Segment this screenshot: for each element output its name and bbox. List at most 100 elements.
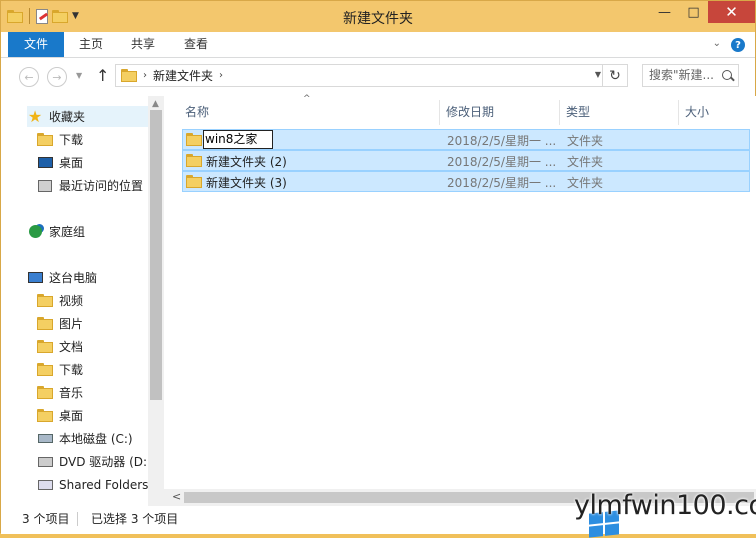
tab-view[interactable]: 查看 <box>174 32 218 57</box>
star-icon: ★ <box>27 106 43 126</box>
nav-label: 视频 <box>59 294 84 308</box>
desktop-icon <box>37 155 53 171</box>
address-row: ← → ▼ ↑ › 新建文件夹 › ▼ ↻ 搜索"新建... <box>1 58 755 96</box>
file-name: 新建文件夹 (3) <box>206 176 287 190</box>
file-type: 文件夹 <box>567 134 604 148</box>
recent-places-icon <box>37 178 53 194</box>
folder-icon <box>121 69 137 82</box>
scroll-up-icon[interactable]: ▲ <box>152 99 159 109</box>
tab-home[interactable]: 主页 <box>69 32 113 57</box>
pictures-folder-icon <box>37 316 53 332</box>
file-date: 2018/2/5/星期一 ... <box>447 155 557 169</box>
nav-label: 音乐 <box>59 386 84 400</box>
nav-item-this-pc[interactable]: 这台电脑 <box>27 267 97 288</box>
column-header-date[interactable]: 修改日期 <box>440 100 560 125</box>
downloads-folder-icon <box>37 362 53 378</box>
minimize-button[interactable]: — <box>650 1 679 23</box>
scrollbar-thumb[interactable] <box>150 110 162 400</box>
recent-locations-icon[interactable]: ▼ <box>76 71 82 80</box>
title-bar: ▼ 新建文件夹 — □ ✕ <box>1 1 755 32</box>
search-placeholder: 搜索"新建... <box>649 68 714 82</box>
window-controls: — □ ✕ <box>650 1 755 23</box>
nav-item-favorites[interactable]: ★ 收藏夹 <box>27 106 148 127</box>
nav-item-homegroup[interactable]: 家庭组 <box>27 221 85 242</box>
forward-button[interactable]: → <box>47 67 67 87</box>
address-bar[interactable]: › 新建文件夹 › ▼ ↻ <box>115 64 628 87</box>
column-header-name[interactable]: 名称 <box>179 100 440 125</box>
navigation-pane: ★ 收藏夹 下载 桌面 最近访问的位置 家庭组 这台电脑 视频 图片 文档 下载… <box>1 96 164 506</box>
scroll-left-icon[interactable]: < <box>172 490 181 503</box>
back-button[interactable]: ← <box>19 67 39 87</box>
nav-label: DVD 驱动器 (D:) <box>59 455 152 469</box>
address-dropdown-icon[interactable]: ▼ <box>595 70 601 79</box>
computer-icon <box>27 270 43 286</box>
folder-icon <box>186 133 202 146</box>
nav-item-local-disk[interactable]: 本地磁盘 (C:) <box>37 428 133 449</box>
nav-label: 图片 <box>59 317 84 331</box>
nav-label: 这台电脑 <box>49 271 98 285</box>
nav-label: 收藏夹 <box>49 110 86 124</box>
nav-item-shared-folders[interactable]: Shared Folders <box>37 474 148 495</box>
dvd-drive-icon <box>37 454 53 470</box>
maximize-button[interactable]: □ <box>679 1 708 23</box>
nav-item-downloads-pc[interactable]: 下载 <box>37 359 83 380</box>
file-date: 2018/2/5/星期一 ... <box>447 176 557 190</box>
file-type: 文件夹 <box>567 155 604 169</box>
close-button[interactable]: ✕ <box>708 1 755 23</box>
nav-label: 文档 <box>59 340 84 354</box>
documents-folder-icon <box>37 339 53 355</box>
chevron-right-icon[interactable]: › <box>219 70 223 81</box>
column-header-type[interactable]: 类型 <box>560 100 679 125</box>
file-row[interactable]: 新建文件夹 (2) 2018/2/5/星期一 ... 文件夹 <box>182 150 750 171</box>
network-share-icon <box>37 477 53 493</box>
folder-icon <box>186 175 202 188</box>
folder-icon <box>186 154 202 167</box>
file-date: 2018/2/5/星期一 ... <box>447 134 557 148</box>
file-row[interactable]: win8之家 2018/2/5/星期一 ... 文件夹 <box>182 129 750 150</box>
nav-label: 桌面 <box>59 156 84 170</box>
nav-item-downloads[interactable]: 下载 <box>37 129 83 150</box>
hard-drive-icon <box>37 431 53 447</box>
nav-label: 桌面 <box>59 409 84 423</box>
expand-ribbon-icon[interactable]: ⌄ <box>713 38 721 52</box>
nav-label: 本地磁盘 (C:) <box>59 432 133 446</box>
tab-file[interactable]: 文件 <box>8 32 64 57</box>
file-name: 新建文件夹 (2) <box>206 155 287 169</box>
nav-label: Shared Folders <box>59 477 149 492</box>
refresh-icon[interactable]: ↻ <box>602 65 627 86</box>
nav-item-desktop[interactable]: 桌面 <box>37 152 83 173</box>
desktop-folder-icon <box>37 408 53 424</box>
watermark: ylmfwin100.com <box>574 490 756 521</box>
search-input[interactable]: 搜索"新建... <box>642 64 739 87</box>
nav-item-videos[interactable]: 视频 <box>37 290 83 311</box>
homegroup-icon <box>27 224 43 240</box>
nav-scrollbar[interactable]: ▲ <box>148 96 164 506</box>
window-title: 新建文件夹 <box>343 11 413 27</box>
nav-item-dvd[interactable]: DVD 驱动器 (D:) <box>37 451 152 472</box>
nav-item-music[interactable]: 音乐 <box>37 382 83 403</box>
ribbon: 文件 主页 共享 查看 ⌄ ? <box>1 32 755 58</box>
nav-item-pictures[interactable]: 图片 <box>37 313 83 334</box>
status-divider <box>77 512 78 526</box>
file-list: ^ 名称 修改日期 类型 大小 win8之家 2018/2/5/星期一 ... … <box>164 94 756 506</box>
file-row[interactable]: 新建文件夹 (3) 2018/2/5/星期一 ... 文件夹 <box>182 171 750 192</box>
file-type: 文件夹 <box>567 176 604 190</box>
help-icon[interactable]: ? <box>731 38 745 52</box>
up-arrow-icon[interactable]: ↑ <box>96 66 109 85</box>
nav-label: 家庭组 <box>49 225 86 239</box>
downloads-folder-icon <box>37 132 53 148</box>
nav-item-recent[interactable]: 最近访问的位置 <box>37 175 143 196</box>
tab-share[interactable]: 共享 <box>121 32 165 57</box>
nav-item-desktop-pc[interactable]: 桌面 <box>37 405 83 426</box>
search-icon <box>722 70 732 80</box>
nav-item-documents[interactable]: 文档 <box>37 336 83 357</box>
breadcrumb[interactable]: 新建文件夹 <box>153 67 213 84</box>
selection-count: 已选择 3 个项目 <box>91 512 179 526</box>
videos-folder-icon <box>37 293 53 309</box>
nav-label: 最近访问的位置 <box>59 179 144 193</box>
item-count: 3 个项目 <box>22 512 70 526</box>
column-header-size[interactable]: 大小 <box>679 100 749 125</box>
rename-input[interactable]: win8之家 <box>203 130 273 149</box>
nav-label: 下载 <box>59 133 84 147</box>
chevron-right-icon[interactable]: › <box>143 70 147 81</box>
